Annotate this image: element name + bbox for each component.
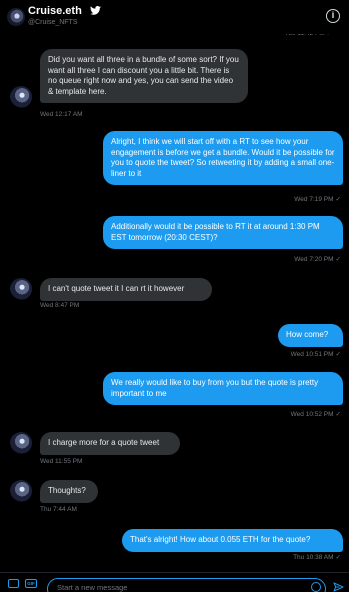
outgoing-message[interactable]: Alright, I think we will start off with …	[103, 131, 343, 185]
emoji-icon[interactable]	[311, 582, 321, 592]
gif-icon[interactable]: GIF	[25, 579, 37, 588]
checkmark-icon: ✓	[335, 256, 341, 263]
outgoing-message[interactable]: Additionally would it be possible to RT …	[103, 216, 343, 249]
checkmark-icon: ✓	[335, 411, 341, 418]
image-icon[interactable]	[8, 579, 19, 588]
avatar[interactable]	[10, 278, 32, 300]
message-timestamp: Wed 12:17 AM	[40, 111, 83, 118]
message-text: I can't quote tweet it I can rt it howev…	[48, 284, 185, 293]
incoming-message[interactable]: Did you want all three in a bundle of so…	[40, 49, 248, 103]
incoming-message[interactable]: Thoughts?	[40, 480, 98, 503]
message-timestamp: Wed 10:51 PM ✓	[290, 351, 341, 358]
message-input[interactable]: Start a new message	[47, 578, 326, 592]
incoming-message[interactable]: I can't quote tweet it I can rt it howev…	[40, 278, 212, 301]
avatar[interactable]	[7, 8, 25, 26]
avatar[interactable]	[10, 86, 32, 108]
message-timestamp: Wed 8:47 PM	[40, 302, 80, 309]
avatar[interactable]	[10, 432, 32, 454]
contact-handle: @Cruise_NFTS	[28, 19, 78, 26]
message-text: How come?	[286, 330, 329, 339]
conversation-header: Cruise.eth @Cruise_NFTS i	[0, 0, 349, 34]
message-text: Alright, I think we will start off with …	[111, 137, 335, 178]
outgoing-message[interactable]: That's alright! How about 0.055 ETH for …	[122, 529, 343, 552]
message-text: That's alright! How about 0.055 ETH for …	[130, 535, 311, 544]
send-icon[interactable]	[333, 582, 344, 592]
checkmark-icon: ✓	[335, 554, 341, 561]
message-timestamp: Wed 11:55 PM	[40, 458, 83, 465]
message-timestamp: Wed 7:19 PM ✓	[294, 196, 341, 203]
message-composer: GIF Start a new message	[0, 572, 349, 592]
incoming-message[interactable]: I charge more for a quote tweet	[40, 432, 180, 455]
checkmark-icon: ✓	[335, 351, 341, 358]
message-text: We really would like to buy from you but…	[111, 378, 319, 398]
avatar[interactable]	[10, 480, 32, 502]
message-text: Additionally would it be possible to RT …	[111, 222, 320, 242]
message-timestamp: Wed 7:20 PM ✓	[294, 256, 341, 263]
checkmark-icon: ✓	[335, 196, 341, 203]
message-text: Thoughts?	[48, 486, 86, 495]
twitter-bird-icon	[90, 6, 101, 15]
outgoing-message[interactable]: How come?	[278, 324, 343, 347]
message-text: Did you want all three in a bundle of so…	[48, 55, 239, 96]
outgoing-message[interactable]: We really would like to buy from you but…	[103, 372, 343, 405]
message-timestamp: Thu 10:38 AM ✓	[293, 554, 341, 561]
contact-name[interactable]: Cruise.eth	[28, 5, 82, 17]
info-icon[interactable]: i	[326, 9, 340, 23]
message-timestamp: Wed 10:52 PM ✓	[290, 411, 341, 418]
message-text: I charge more for a quote tweet	[48, 438, 160, 447]
message-timestamp: Thu 7:44 AM	[40, 506, 77, 513]
